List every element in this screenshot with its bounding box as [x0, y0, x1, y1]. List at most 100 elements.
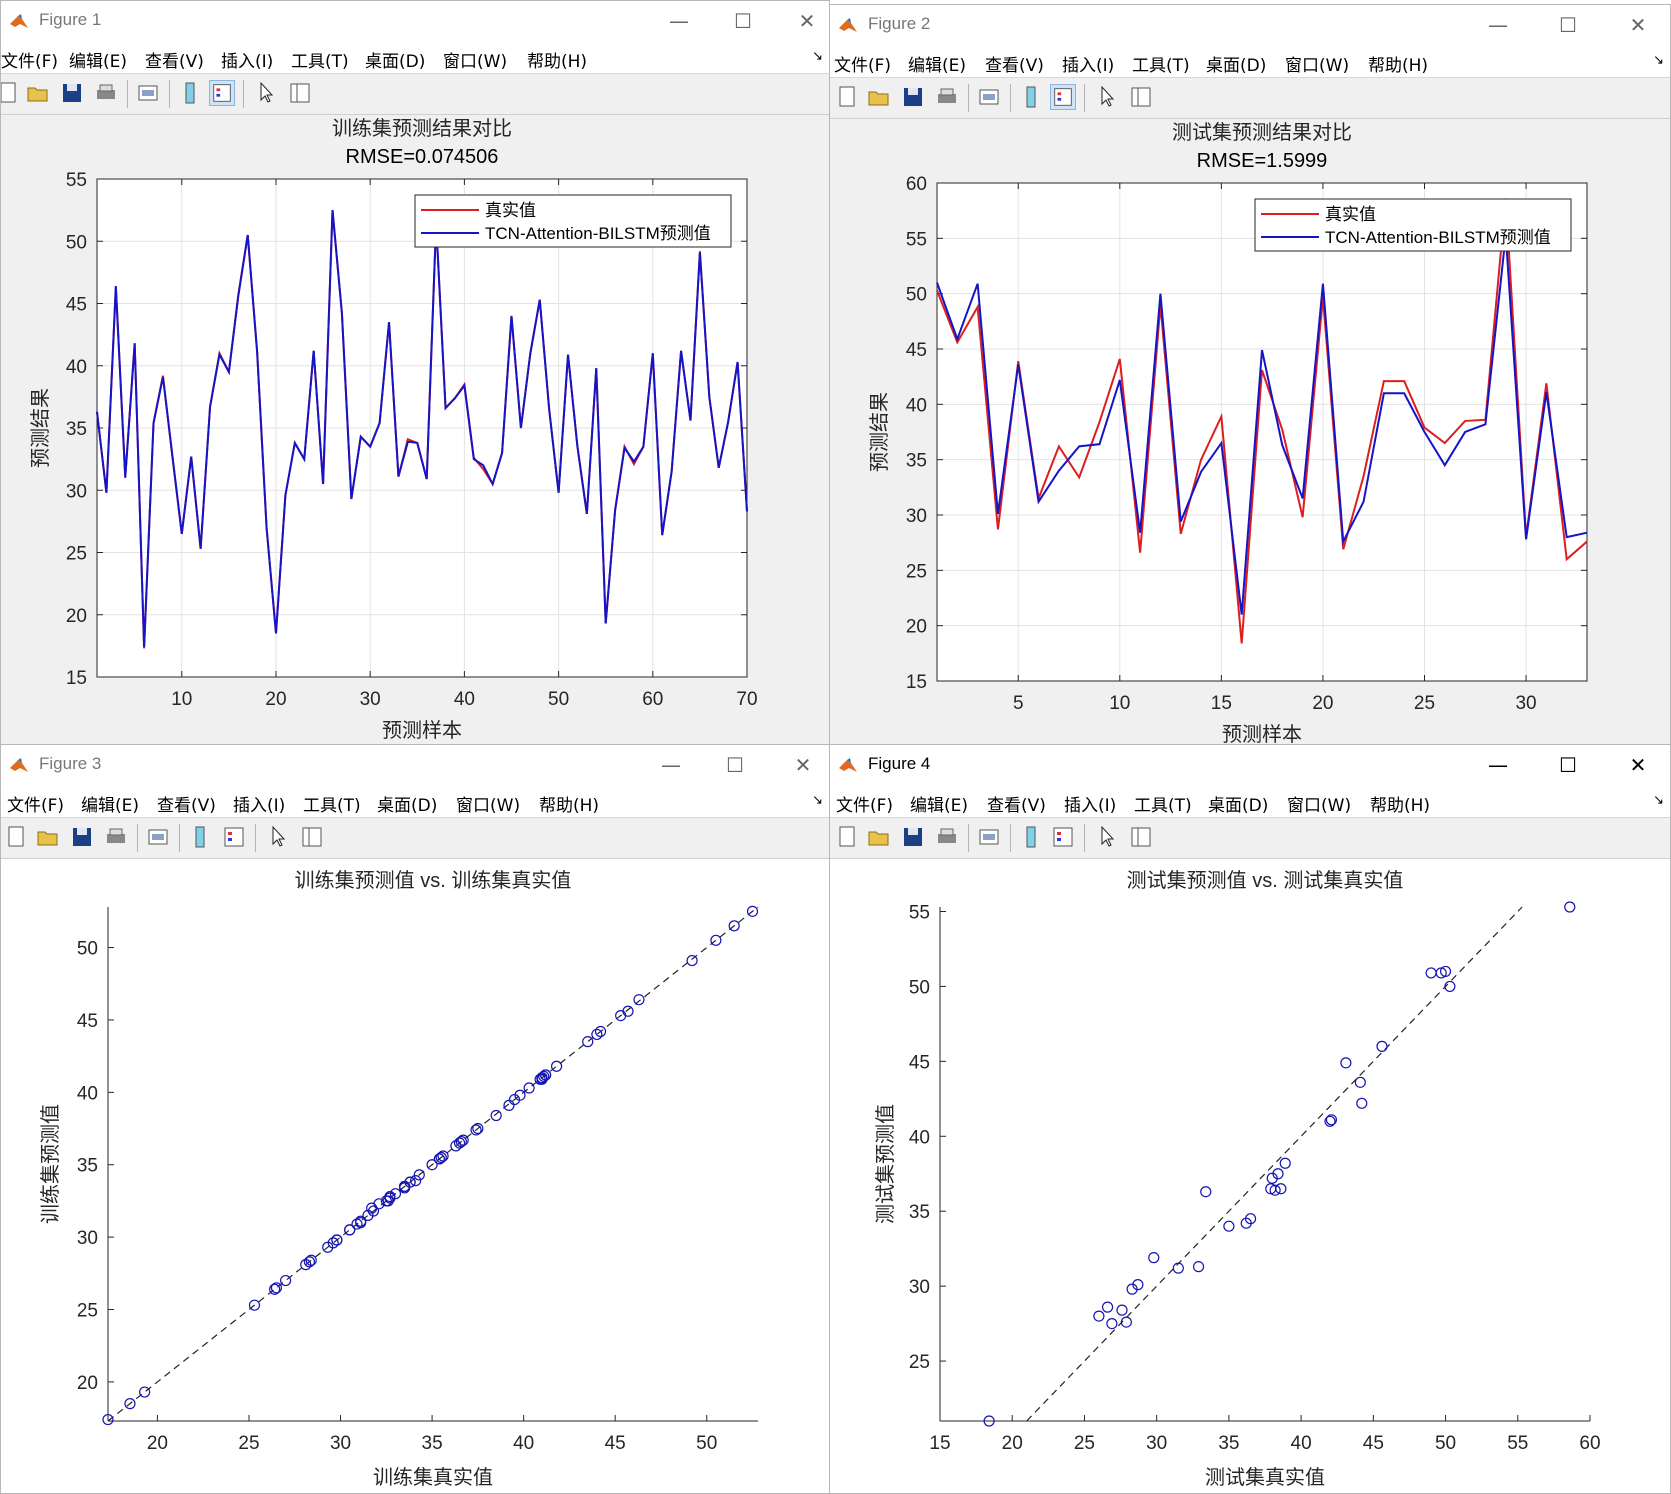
open-folder-icon[interactable] — [866, 824, 892, 850]
new-file-icon[interactable] — [834, 824, 860, 850]
menu-edit[interactable]: 编辑(E) — [910, 791, 968, 816]
minimize-button[interactable]: — — [1482, 11, 1514, 39]
save-icon[interactable] — [69, 824, 95, 850]
menu-window[interactable]: 窗口(W) — [1287, 791, 1351, 816]
close-button[interactable]: ✕ — [1622, 11, 1654, 39]
test-scatter-chart[interactable]: 15 20 25 30 35 40 45 50 55 60 25 30 35 40 45 50 55 测试集预测值… — [830, 859, 1671, 1494]
menu-desktop[interactable]: 桌面(D) — [1206, 51, 1266, 76]
menu-edit[interactable]: 编辑(E) — [81, 791, 139, 816]
menu-window[interactable]: 窗口(W) — [443, 47, 507, 72]
menu-file[interactable]: 文件(F) — [1, 47, 58, 72]
training-scatter-chart[interactable]: 20 25 30 35 40 45 50 20 25 30 35 40 45 50 训练集预测值 vs. 训… — [1, 859, 830, 1494]
menu-tools[interactable]: 工具(T) — [291, 47, 349, 72]
menu-desktop[interactable]: 桌面(D) — [365, 47, 425, 72]
new-file-icon[interactable] — [3, 824, 29, 850]
menu-dock-arrow-icon[interactable]: ↘ — [1653, 793, 1664, 808]
title-bar[interactable]: Figure 2 — ☐ ✕ — [830, 5, 1670, 45]
colorbar-icon[interactable] — [1018, 84, 1044, 110]
menu-dock-arrow-icon[interactable]: ↘ — [1653, 53, 1664, 68]
maximize-button[interactable]: ☐ — [1552, 751, 1584, 779]
new-file-icon[interactable] — [0, 80, 21, 106]
new-file-icon[interactable] — [834, 84, 860, 110]
print-figure-icon[interactable] — [976, 84, 1002, 110]
data-point — [1545, 391, 1547, 393]
print-icon[interactable] — [93, 80, 119, 106]
legend-icon[interactable] — [221, 824, 247, 850]
title-bar[interactable]: Figure 4 — ☐ ✕ — [830, 745, 1670, 785]
title-bar[interactable]: Figure 3 — ☐ ✕ — [1, 745, 829, 785]
menu-edit[interactable]: 编辑(E) — [908, 51, 966, 76]
minimize-button[interactable]: — — [1482, 751, 1514, 779]
property-inspector-icon[interactable] — [287, 80, 313, 106]
menu-dock-arrow-icon[interactable]: ↘ — [812, 793, 823, 808]
menu-tools[interactable]: 工具(T) — [1132, 51, 1190, 76]
data-point — [956, 338, 958, 340]
open-folder-icon[interactable] — [866, 84, 892, 110]
property-inspector-icon[interactable] — [1128, 824, 1154, 850]
legend-icon[interactable] — [1050, 824, 1076, 850]
training-line-chart[interactable]: 10 20 30 40 50 60 70 15 20 25 30 35 40 45 50 55 训练集预测结果对… — [1, 115, 830, 745]
print-icon[interactable] — [934, 824, 960, 850]
close-button[interactable]: ✕ — [1622, 751, 1654, 779]
colorbar-icon[interactable] — [187, 824, 213, 850]
menu-window[interactable]: 窗口(W) — [456, 791, 520, 816]
property-inspector-icon[interactable] — [299, 824, 325, 850]
menu-view[interactable]: 查看(V) — [157, 791, 216, 816]
open-folder-icon[interactable] — [25, 80, 51, 106]
pointer-icon[interactable] — [253, 80, 279, 106]
maximize-button[interactable]: ☐ — [1552, 11, 1584, 39]
close-button[interactable]: ✕ — [791, 7, 823, 35]
menu-insert[interactable]: 插入(I) — [221, 47, 273, 72]
menu-view[interactable]: 查看(V) — [987, 791, 1046, 816]
test-line-chart[interactable]: 5 10 15 20 25 30 15 20 25 30 35 40 45 50 55 60 测试集预测结果对比… — [830, 119, 1671, 749]
menu-insert[interactable]: 插入(I) — [1062, 51, 1114, 76]
menu-tools[interactable]: 工具(T) — [303, 791, 361, 816]
property-inspector-icon[interactable] — [1128, 84, 1154, 110]
menu-desktop[interactable]: 桌面(D) — [377, 791, 437, 816]
maximize-button[interactable]: ☐ — [727, 7, 759, 35]
menu-view[interactable]: 查看(V) — [985, 51, 1044, 76]
minimize-button[interactable]: — — [663, 7, 695, 35]
print-figure-icon[interactable] — [135, 80, 161, 106]
pointer-icon[interactable] — [1094, 824, 1120, 850]
legend-icon[interactable] — [209, 80, 235, 106]
menu-file[interactable]: 文件(F) — [7, 791, 64, 816]
print-icon[interactable] — [934, 84, 960, 110]
menu-file[interactable]: 文件(F) — [836, 791, 893, 816]
menu-edit[interactable]: 编辑(E) — [69, 47, 127, 72]
colorbar-icon[interactable] — [1018, 824, 1044, 850]
print-figure-icon[interactable] — [145, 824, 171, 850]
menu-help[interactable]: 帮助(H) — [539, 791, 599, 816]
menu-insert[interactable]: 插入(I) — [233, 791, 285, 816]
save-icon[interactable] — [900, 824, 926, 850]
minimize-button[interactable]: — — [655, 751, 687, 779]
y-axis-label: 测试集预测值 — [874, 1104, 897, 1224]
print-icon[interactable] — [103, 824, 129, 850]
figure-3-window[interactable]: Figure 3 — ☐ ✕ 文件(F) 编辑(E) 查看(V) 插入(I) 工… — [0, 744, 830, 1494]
menu-desktop[interactable]: 桌面(D) — [1208, 791, 1268, 816]
legend-icon[interactable] — [1050, 84, 1076, 110]
x-tick-label: 30 — [1515, 693, 1536, 714]
figure-2-window[interactable]: Figure 2 — ☐ ✕ 文件(F) 编辑(E) 查看(V) 插入(I) 工… — [829, 4, 1671, 749]
save-icon[interactable] — [900, 84, 926, 110]
menu-help[interactable]: 帮助(H) — [1370, 791, 1430, 816]
close-button[interactable]: ✕ — [787, 751, 819, 779]
colorbar-icon[interactable] — [177, 80, 203, 106]
save-icon[interactable] — [59, 80, 85, 106]
menu-file[interactable]: 文件(F) — [834, 51, 891, 76]
menu-help[interactable]: 帮助(H) — [1368, 51, 1428, 76]
open-folder-icon[interactable] — [35, 824, 61, 850]
menu-view[interactable]: 查看(V) — [145, 47, 204, 72]
pointer-icon[interactable] — [265, 824, 291, 850]
menu-dock-arrow-icon[interactable]: ↘ — [812, 49, 823, 64]
maximize-button[interactable]: ☐ — [719, 751, 751, 779]
print-figure-icon[interactable] — [976, 824, 1002, 850]
menu-help[interactable]: 帮助(H) — [527, 47, 587, 72]
figure-4-window[interactable]: Figure 4 — ☐ ✕ 文件(F) 编辑(E) 查看(V) 插入(I) 工… — [829, 744, 1671, 1494]
pointer-icon[interactable] — [1094, 84, 1120, 110]
menu-tools[interactable]: 工具(T) — [1134, 791, 1192, 816]
figure-1-window[interactable]: Figure 1 — ☐ ✕ 文件(F) 编辑(E) 查看(V) 插入(I) 工… — [0, 0, 830, 745]
menu-insert[interactable]: 插入(I) — [1064, 791, 1116, 816]
title-bar[interactable]: Figure 1 — ☐ ✕ — [1, 1, 829, 41]
menu-window[interactable]: 窗口(W) — [1285, 51, 1349, 76]
